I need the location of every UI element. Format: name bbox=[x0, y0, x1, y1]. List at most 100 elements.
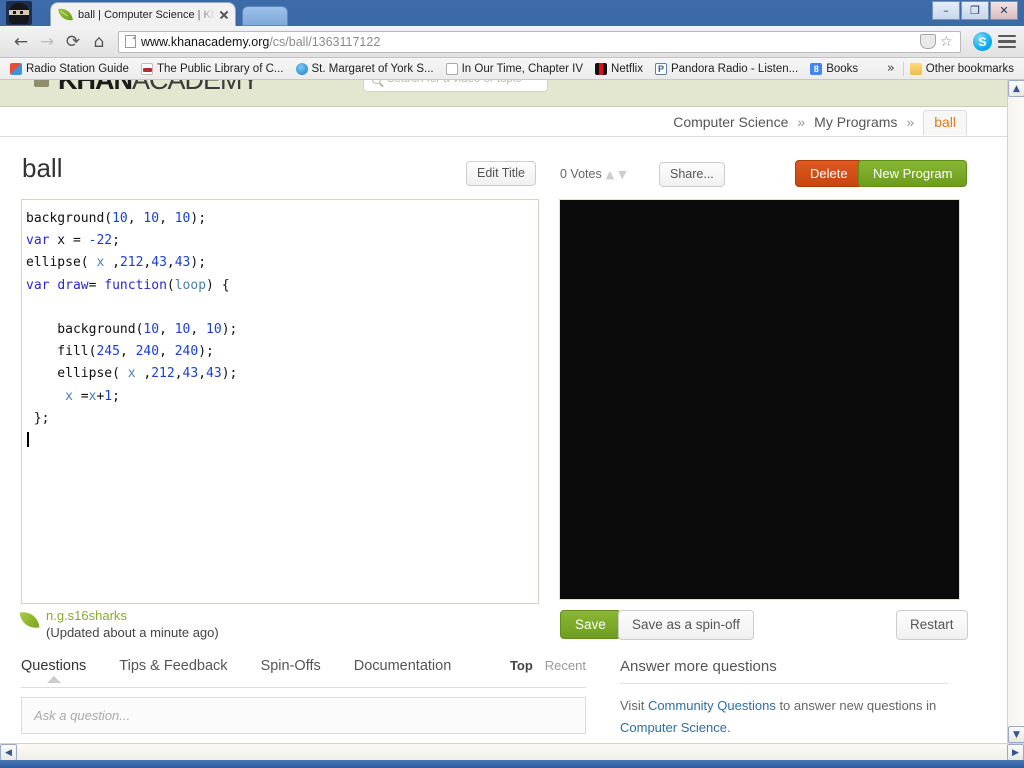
window-maximize-button[interactable]: ❐ bbox=[961, 1, 989, 20]
code-caret-line bbox=[26, 430, 532, 452]
bookmark-label: Netflix bbox=[611, 63, 643, 75]
nav-item-watch[interactable]: WATCH ▾ bbox=[570, 80, 635, 82]
site-search-box[interactable]: Search for a video or topic bbox=[363, 80, 548, 92]
nav-item-coach[interactable]: COACH bbox=[767, 80, 821, 82]
bookmark-netflix[interactable]: Netflix bbox=[589, 62, 649, 76]
browser-tab-active[interactable]: ball | Computer Science | Kha bbox=[50, 2, 236, 26]
other-bookmarks-folder[interactable]: Other bookmarks bbox=[903, 62, 1020, 76]
window-minimize-button[interactable]: – bbox=[932, 1, 960, 20]
new-tab-button[interactable] bbox=[242, 6, 288, 26]
browser-toolbar: ← → ⟳ ⌂ www.khanacademy.org/cs/ball/1363… bbox=[0, 26, 1024, 58]
breadcrumb-item-computer-science[interactable]: Computer Science bbox=[673, 114, 788, 130]
shield-icon[interactable] bbox=[920, 34, 936, 49]
tab-close-icon[interactable] bbox=[217, 8, 231, 22]
author-updated-text: (Updated about a minute ago) bbox=[46, 624, 219, 641]
vote-up-icon[interactable]: ▲ bbox=[606, 169, 614, 180]
sort-top-button[interactable]: Top bbox=[510, 658, 533, 673]
bookmark-st-margaret[interactable]: St. Margaret of York S... bbox=[290, 62, 440, 76]
bookmark-pandora[interactable]: P Pandora Radio - Listen... bbox=[649, 62, 804, 76]
bookmark-label: The Public Library of C... bbox=[157, 63, 284, 75]
url-path: /cs/ball/1363117122 bbox=[269, 35, 380, 49]
google-books-icon: 8 bbox=[810, 63, 822, 75]
bookmark-radio-station-guide[interactable]: Radio Station Guide bbox=[4, 62, 135, 76]
code-line: x =x+1; bbox=[26, 386, 532, 408]
address-bar[interactable]: www.khanacademy.org/cs/ball/1363117122 ☆ bbox=[118, 31, 961, 53]
code-line: }; bbox=[26, 408, 532, 430]
bookmarks-overflow-button[interactable]: » bbox=[879, 61, 903, 76]
bookmark-star-icon[interactable]: ☆ bbox=[940, 35, 956, 49]
back-button[interactable]: ← bbox=[8, 30, 34, 54]
breadcrumb-separator: » bbox=[906, 114, 914, 130]
new-program-button[interactable]: New Program bbox=[858, 160, 967, 187]
chrome-menu-icon[interactable] bbox=[998, 31, 1016, 53]
nav-item-about[interactable]: ABOUT bbox=[968, 80, 1007, 82]
answer-more-body: Visit Community Questions to answer new … bbox=[620, 684, 948, 739]
ask-question-input[interactable]: Ask a question... bbox=[21, 697, 586, 734]
save-spinoff-button[interactable]: Save as a spin-off bbox=[618, 610, 754, 640]
tab-title: ball | Computer Science | Kha bbox=[78, 9, 215, 21]
sort-group: Top Recent bbox=[510, 658, 586, 681]
profile-avatar-ninja-icon[interactable] bbox=[6, 1, 32, 25]
horizontal-scrollbar[interactable]: ◀ ▶ bbox=[0, 743, 1024, 760]
windows-icon bbox=[10, 63, 22, 75]
program-canvas-output[interactable] bbox=[559, 199, 960, 600]
edit-title-button[interactable]: Edit Title bbox=[466, 161, 536, 186]
breadcrumb-row: Computer Science » My Programs » ball bbox=[0, 108, 1007, 136]
code-line: ellipse( x ,212,43,43); bbox=[26, 363, 532, 385]
author-info: n.g.s16sharks (Updated about a minute ag… bbox=[21, 607, 541, 643]
author-name[interactable]: n.g.s16sharks bbox=[46, 607, 219, 624]
link-community-questions[interactable]: Community Questions bbox=[648, 698, 776, 713]
delete-button[interactable]: Delete bbox=[795, 160, 863, 187]
skype-extension-icon[interactable] bbox=[973, 32, 992, 51]
bookmark-label: In Our Time, Chapter IV bbox=[462, 63, 583, 75]
bookmark-label: Pandora Radio - Listen... bbox=[671, 63, 798, 75]
bookmark-in-our-time[interactable]: In Our Time, Chapter IV bbox=[440, 62, 589, 76]
nav-item-volunteer[interactable]: VOLUNTEER bbox=[849, 80, 940, 82]
body-mid: to answer new questions in bbox=[776, 698, 936, 713]
code-line: ellipse( x ,212,43,43); bbox=[26, 252, 532, 274]
library-icon bbox=[141, 63, 153, 75]
answer-more-title: Answer more questions bbox=[620, 658, 948, 684]
code-line bbox=[26, 297, 532, 319]
reload-button[interactable]: ⟳ bbox=[60, 30, 86, 54]
save-button[interactable]: Save bbox=[560, 610, 621, 639]
bookmark-label: Radio Station Guide bbox=[26, 63, 129, 75]
netflix-icon bbox=[595, 63, 607, 75]
bookmark-books[interactable]: 8 Books bbox=[804, 62, 864, 76]
share-button[interactable]: Share... bbox=[659, 162, 725, 187]
breadcrumb-item-my-programs[interactable]: My Programs bbox=[814, 114, 897, 130]
vote-down-icon[interactable]: ▼ bbox=[618, 169, 626, 180]
program-header-row: ball Edit Title 0 Votes ▲ ▼ Share... Del… bbox=[0, 158, 1007, 194]
tab-questions[interactable]: Questions bbox=[21, 658, 86, 682]
folder-icon bbox=[910, 63, 922, 75]
nav-item-practice[interactable]: PRACTICE bbox=[663, 80, 739, 82]
document-icon bbox=[446, 63, 458, 75]
url-text: www.khanacademy.org/cs/ball/1363117122 bbox=[141, 35, 380, 49]
khan-academy-logo[interactable]: KHANACADEMY bbox=[58, 80, 259, 96]
scroll-right-icon[interactable]: ▶ bbox=[1007, 744, 1024, 761]
tab-documentation[interactable]: Documentation bbox=[354, 658, 452, 682]
code-line: background(10, 10, 10); bbox=[26, 319, 532, 341]
khan-academy-header: KHANACADEMY Search for a video or topic … bbox=[0, 80, 1007, 107]
scroll-up-icon[interactable]: ▲ bbox=[1008, 80, 1024, 97]
scroll-down-icon[interactable]: ▼ bbox=[1008, 726, 1024, 743]
link-computer-science[interactable]: Computer Science bbox=[620, 720, 727, 735]
tab-spin-offs[interactable]: Spin-Offs bbox=[261, 658, 321, 682]
code-line: var x = -22; bbox=[26, 230, 532, 252]
scroll-left-icon[interactable]: ◀ bbox=[0, 744, 17, 761]
restart-button[interactable]: Restart bbox=[896, 610, 968, 640]
sort-recent-button[interactable]: Recent bbox=[545, 658, 586, 673]
bookmark-public-library[interactable]: The Public Library of C... bbox=[135, 62, 290, 76]
home-button[interactable]: ⌂ bbox=[86, 30, 112, 54]
other-bookmarks-label: Other bookmarks bbox=[926, 63, 1014, 75]
breadcrumb-separator: » bbox=[797, 114, 805, 130]
forward-button[interactable]: → bbox=[34, 30, 60, 54]
bookmark-label: St. Margaret of York S... bbox=[312, 63, 434, 75]
tab-tips-feedback[interactable]: Tips & Feedback bbox=[119, 658, 227, 682]
vertical-scrollbar[interactable]: ▲ ▼ bbox=[1007, 80, 1024, 743]
code-editor[interactable]: background(10, 10, 10);var x = -22;ellip… bbox=[21, 199, 539, 604]
ie-icon bbox=[296, 63, 308, 75]
khan-leaf-logo-icon bbox=[34, 80, 49, 87]
window-close-button[interactable]: ✕ bbox=[990, 1, 1018, 20]
breadcrumb-item-current[interactable]: ball bbox=[923, 110, 967, 135]
